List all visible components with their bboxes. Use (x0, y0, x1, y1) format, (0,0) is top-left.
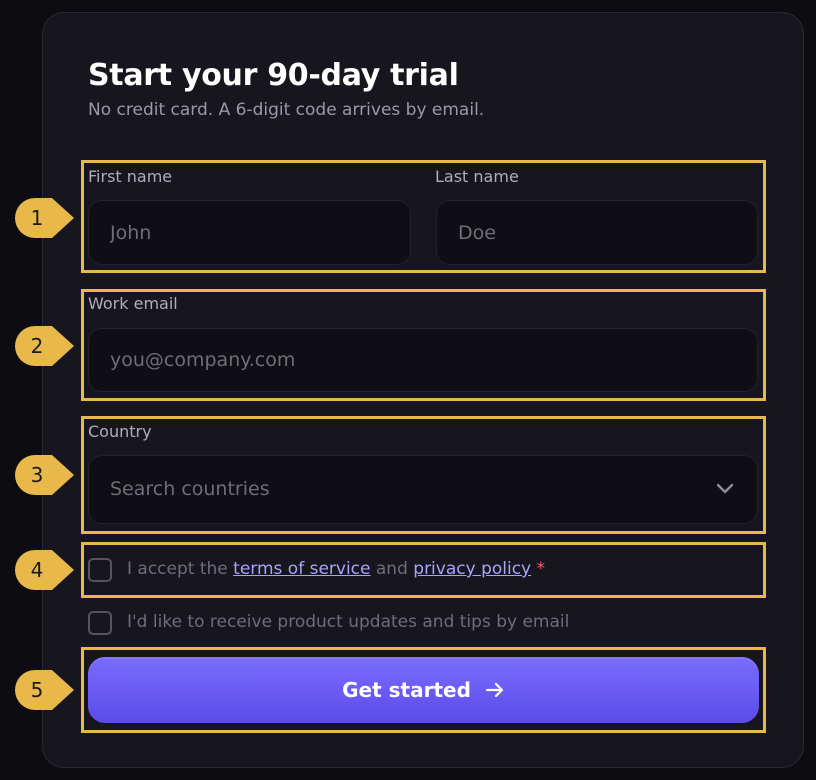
highlight-box-5 (81, 647, 766, 733)
marker-3-number: 3 (30, 463, 44, 487)
highlight-box-4 (81, 542, 766, 598)
form-title: Start your 90-day trial (88, 58, 459, 93)
marker-1: 1 (14, 197, 76, 239)
marker-1-number: 1 (30, 206, 44, 230)
marker-5: 5 (14, 669, 76, 711)
marker-2-number: 2 (30, 334, 44, 358)
form-subtitle: No credit card. A 6-digit code arrives b… (88, 100, 485, 120)
marker-3: 3 (14, 454, 76, 496)
marker-2: 2 (14, 325, 76, 367)
highlight-box-1 (81, 160, 766, 273)
marker-4-number: 4 (30, 558, 44, 582)
highlight-box-3 (81, 416, 766, 534)
marker-5-number: 5 (30, 678, 44, 702)
highlight-box-2 (81, 289, 766, 401)
updates-checkbox[interactable] (88, 611, 112, 635)
updates-label: I'd like to receive product updates and … (127, 612, 570, 632)
marker-4: 4 (14, 549, 76, 591)
